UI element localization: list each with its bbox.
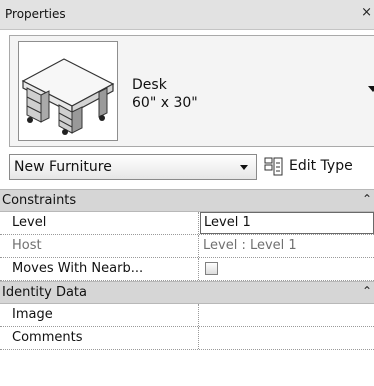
property-row-comments: Comments xyxy=(0,327,374,350)
type-filter-value: New Furniture xyxy=(14,159,112,175)
type-name: Desk 60" x 30" xyxy=(132,76,198,112)
comments-value[interactable] xyxy=(200,327,374,349)
property-name: Level xyxy=(0,212,199,234)
property-name: Moves With Nearb... xyxy=(0,258,199,280)
property-name: Comments xyxy=(0,327,199,349)
property-name: Host xyxy=(0,235,199,257)
edit-type-icon xyxy=(264,157,283,176)
collapse-chevron-icon[interactable]: ⌃ xyxy=(362,192,372,206)
category-label: Identity Data xyxy=(2,285,87,300)
close-icon[interactable]: × xyxy=(361,5,372,20)
category-label: Constraints xyxy=(2,193,77,208)
moves-with-nearby-checkbox[interactable] xyxy=(205,262,218,275)
properties-grid: Constraints ⌃ Level Level 1 Host Level :… xyxy=(0,189,374,350)
edit-type-button[interactable]: Edit Type xyxy=(264,154,374,180)
type-size: 60" x 30" xyxy=(132,95,198,111)
property-row-level: Level Level 1 xyxy=(0,212,374,235)
level-field[interactable]: Level 1 xyxy=(200,212,374,234)
properties-title-bar: Properties × xyxy=(0,0,374,30)
property-row-host: Host Level : Level 1 xyxy=(0,235,374,258)
family-name: Desk xyxy=(132,77,167,93)
image-value[interactable] xyxy=(200,304,374,326)
property-row-moves-with-nearby: Moves With Nearb... xyxy=(0,258,374,281)
property-name: Image xyxy=(0,304,199,326)
type-filter-dropdown[interactable]: New Furniture xyxy=(9,154,257,180)
category-constraints[interactable]: Constraints ⌃ xyxy=(0,189,374,212)
window-title: Properties xyxy=(5,7,66,21)
edit-type-label: Edit Type xyxy=(289,158,353,174)
host-value: Level : Level 1 xyxy=(203,238,297,253)
collapse-chevron-icon[interactable]: ⌃ xyxy=(362,284,372,298)
type-dropdown-arrow-icon[interactable] xyxy=(368,86,374,92)
desk-thumbnail xyxy=(18,41,118,141)
property-row-image: Image xyxy=(0,304,374,327)
property-value-cell xyxy=(200,258,374,280)
category-identity-data[interactable]: Identity Data ⌃ xyxy=(0,281,374,304)
type-preview-panel[interactable]: Desk 60" x 30" xyxy=(9,35,374,147)
chevron-down-icon[interactable] xyxy=(240,165,248,170)
